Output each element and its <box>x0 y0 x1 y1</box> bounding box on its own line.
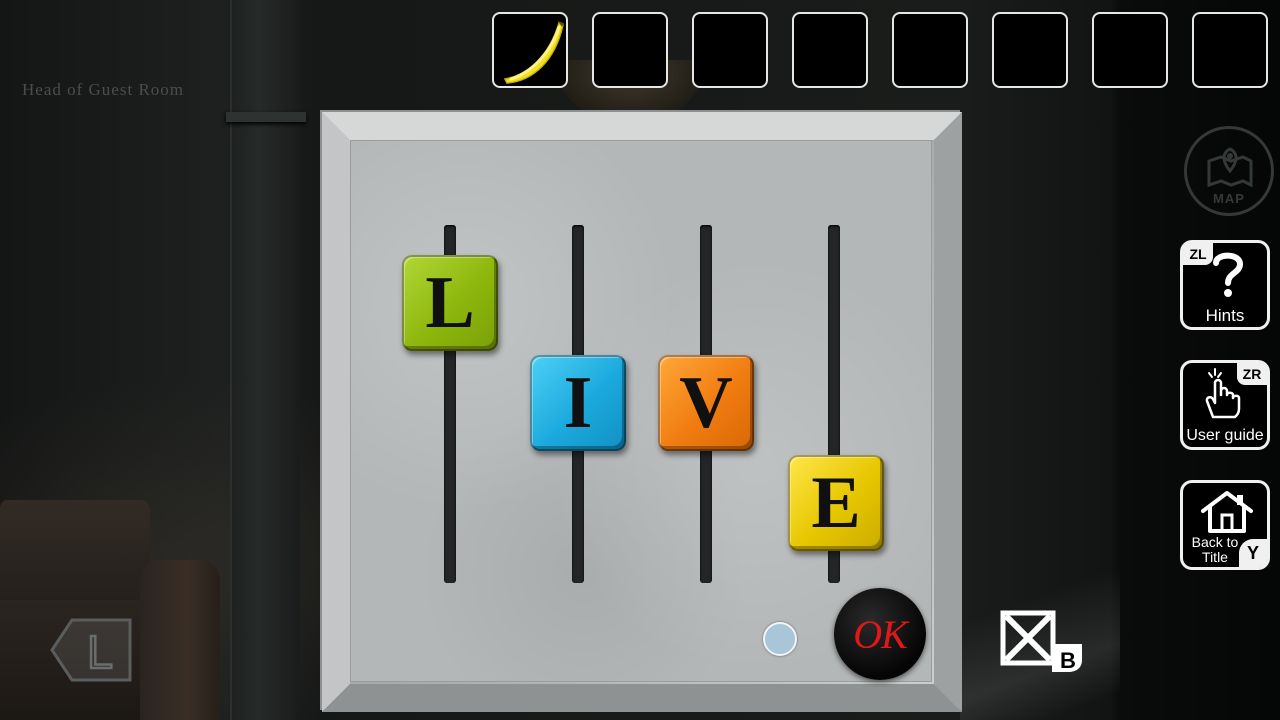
letter-tile-2[interactable]: I <box>530 355 626 451</box>
tile-letter: E <box>811 461 861 544</box>
board-surface: L I V E <box>350 140 932 682</box>
y-key-badge: Y <box>1239 539 1267 567</box>
turn-left-button[interactable]: L <box>50 618 132 682</box>
user-guide-label: User guide <box>1186 427 1264 444</box>
left-key-letter: L <box>87 626 113 678</box>
inventory-slot-1[interactable] <box>492 12 568 88</box>
tile-letter: L <box>425 261 475 344</box>
left-arrow-l-icon: L <box>50 618 132 682</box>
tile-letter: I <box>563 361 593 444</box>
sofa-back <box>0 500 150 610</box>
zl-key-badge: ZL <box>1183 243 1213 265</box>
map-label: MAP <box>1213 191 1245 206</box>
inventory-slot-7[interactable] <box>1092 12 1168 88</box>
location-label: Head of Guest Room <box>22 80 185 99</box>
close-icon: B <box>1000 610 1082 673</box>
back-to-title-line1: Back to <box>1191 534 1239 550</box>
hints-label: Hints <box>1205 306 1245 325</box>
ok-label: OK <box>853 611 908 657</box>
sofa-arm <box>140 560 220 720</box>
wall-molding <box>226 112 306 122</box>
map-icon <box>1207 147 1253 188</box>
inventory-slot-8[interactable] <box>1192 12 1268 88</box>
cursor-dot <box>763 622 797 656</box>
inventory-slot-5[interactable] <box>892 12 968 88</box>
back-to-title-button[interactable]: Back to Title Y <box>1180 480 1270 570</box>
banana-icon <box>503 21 564 84</box>
letter-tile-1[interactable]: L <box>402 255 498 351</box>
user-guide-button[interactable]: ZR User guide <box>1180 360 1270 450</box>
wall-panel <box>230 0 300 720</box>
home-icon <box>1201 491 1253 533</box>
ok-button[interactable]: OK <box>834 588 926 680</box>
back-to-title-label: Back to Title <box>1183 535 1247 565</box>
hints-button[interactable]: ZL Hints <box>1180 240 1270 330</box>
tile-letter: V <box>679 361 733 444</box>
close-button[interactable]: B <box>1000 610 1084 674</box>
b-key-letter: B <box>1060 648 1076 673</box>
letter-tile-4[interactable]: E <box>788 455 884 551</box>
inventory-slot-2[interactable] <box>592 12 668 88</box>
inventory-slot-4[interactable] <box>792 12 868 88</box>
map-button[interactable]: MAP <box>1184 126 1274 216</box>
inventory-slot-6[interactable] <box>992 12 1068 88</box>
letter-tile-3[interactable]: V <box>658 355 754 451</box>
inventory-slot-3[interactable] <box>692 12 768 88</box>
tap-hand-icon <box>1205 368 1241 419</box>
back-to-title-line2: Title <box>1202 549 1228 565</box>
question-mark-icon <box>1213 252 1244 297</box>
